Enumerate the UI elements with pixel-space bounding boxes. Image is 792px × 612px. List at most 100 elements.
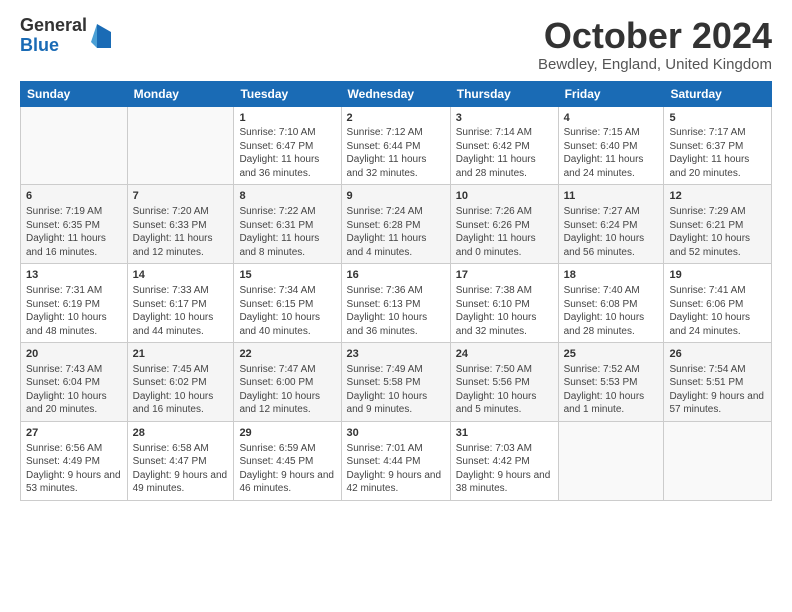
day-number: 31 bbox=[456, 426, 553, 441]
day-info: Sunrise: 7:47 AM Sunset: 6:00 PM Dayligh… bbox=[239, 363, 335, 417]
day-number: 6 bbox=[26, 189, 122, 204]
calendar-cell: 26Sunrise: 7:54 AM Sunset: 5:51 PM Dayli… bbox=[664, 343, 772, 422]
day-number: 7 bbox=[133, 189, 229, 204]
day-info: Sunrise: 7:03 AM Sunset: 4:42 PM Dayligh… bbox=[456, 442, 553, 496]
calendar-cell: 22Sunrise: 7:47 AM Sunset: 6:00 PM Dayli… bbox=[234, 343, 341, 422]
day-number: 2 bbox=[347, 111, 445, 126]
day-info: Sunrise: 7:19 AM Sunset: 6:35 PM Dayligh… bbox=[26, 205, 122, 259]
day-info: Sunrise: 7:29 AM Sunset: 6:21 PM Dayligh… bbox=[669, 205, 766, 259]
calendar-cell: 21Sunrise: 7:45 AM Sunset: 6:02 PM Dayli… bbox=[127, 343, 234, 422]
calendar-cell: 6Sunrise: 7:19 AM Sunset: 6:35 PM Daylig… bbox=[21, 185, 128, 264]
day-number: 20 bbox=[26, 347, 122, 362]
calendar-cell: 19Sunrise: 7:41 AM Sunset: 6:06 PM Dayli… bbox=[664, 264, 772, 343]
calendar-cell bbox=[664, 421, 772, 500]
day-info: Sunrise: 7:40 AM Sunset: 6:08 PM Dayligh… bbox=[564, 284, 659, 338]
day-number: 15 bbox=[239, 268, 335, 283]
col-thursday: Thursday bbox=[450, 81, 558, 106]
col-tuesday: Tuesday bbox=[234, 81, 341, 106]
calendar-cell bbox=[558, 421, 664, 500]
month-title: October 2024 bbox=[538, 16, 772, 56]
day-number: 12 bbox=[669, 189, 766, 204]
day-info: Sunrise: 7:01 AM Sunset: 4:44 PM Dayligh… bbox=[347, 442, 445, 496]
day-number: 21 bbox=[133, 347, 229, 362]
logo-general: General bbox=[20, 16, 87, 36]
col-friday: Friday bbox=[558, 81, 664, 106]
day-number: 24 bbox=[456, 347, 553, 362]
day-info: Sunrise: 7:34 AM Sunset: 6:15 PM Dayligh… bbox=[239, 284, 335, 338]
calendar-week-row: 1Sunrise: 7:10 AM Sunset: 6:47 PM Daylig… bbox=[21, 106, 772, 185]
col-saturday: Saturday bbox=[664, 81, 772, 106]
day-number: 19 bbox=[669, 268, 766, 283]
day-info: Sunrise: 6:59 AM Sunset: 4:45 PM Dayligh… bbox=[239, 442, 335, 496]
calendar-cell: 27Sunrise: 6:56 AM Sunset: 4:49 PM Dayli… bbox=[21, 421, 128, 500]
col-wednesday: Wednesday bbox=[341, 81, 450, 106]
day-info: Sunrise: 7:45 AM Sunset: 6:02 PM Dayligh… bbox=[133, 363, 229, 417]
day-info: Sunrise: 7:31 AM Sunset: 6:19 PM Dayligh… bbox=[26, 284, 122, 338]
calendar-cell: 18Sunrise: 7:40 AM Sunset: 6:08 PM Dayli… bbox=[558, 264, 664, 343]
title-section: October 2024 Bewdley, England, United Ki… bbox=[538, 16, 772, 73]
calendar-cell: 3Sunrise: 7:14 AM Sunset: 6:42 PM Daylig… bbox=[450, 106, 558, 185]
calendar-header-row: Sunday Monday Tuesday Wednesday Thursday… bbox=[21, 81, 772, 106]
calendar-cell: 17Sunrise: 7:38 AM Sunset: 6:10 PM Dayli… bbox=[450, 264, 558, 343]
day-info: Sunrise: 6:58 AM Sunset: 4:47 PM Dayligh… bbox=[133, 442, 229, 496]
day-info: Sunrise: 7:49 AM Sunset: 5:58 PM Dayligh… bbox=[347, 363, 445, 417]
day-number: 5 bbox=[669, 111, 766, 126]
logo-text: General Blue bbox=[20, 16, 87, 56]
logo-icon bbox=[89, 20, 113, 52]
calendar-cell: 13Sunrise: 7:31 AM Sunset: 6:19 PM Dayli… bbox=[21, 264, 128, 343]
day-info: Sunrise: 7:15 AM Sunset: 6:40 PM Dayligh… bbox=[564, 126, 659, 180]
day-number: 10 bbox=[456, 189, 553, 204]
day-info: Sunrise: 7:10 AM Sunset: 6:47 PM Dayligh… bbox=[239, 126, 335, 180]
calendar-cell: 4Sunrise: 7:15 AM Sunset: 6:40 PM Daylig… bbox=[558, 106, 664, 185]
calendar-week-row: 20Sunrise: 7:43 AM Sunset: 6:04 PM Dayli… bbox=[21, 343, 772, 422]
header: General Blue October 2024 Bewdley, Engla… bbox=[20, 16, 772, 73]
calendar-cell: 7Sunrise: 7:20 AM Sunset: 6:33 PM Daylig… bbox=[127, 185, 234, 264]
day-number: 29 bbox=[239, 426, 335, 441]
day-number: 27 bbox=[26, 426, 122, 441]
day-info: Sunrise: 7:26 AM Sunset: 6:26 PM Dayligh… bbox=[456, 205, 553, 259]
calendar-week-row: 6Sunrise: 7:19 AM Sunset: 6:35 PM Daylig… bbox=[21, 185, 772, 264]
calendar-cell: 31Sunrise: 7:03 AM Sunset: 4:42 PM Dayli… bbox=[450, 421, 558, 500]
calendar-cell: 15Sunrise: 7:34 AM Sunset: 6:15 PM Dayli… bbox=[234, 264, 341, 343]
day-info: Sunrise: 6:56 AM Sunset: 4:49 PM Dayligh… bbox=[26, 442, 122, 496]
calendar-cell: 14Sunrise: 7:33 AM Sunset: 6:17 PM Dayli… bbox=[127, 264, 234, 343]
calendar-cell: 23Sunrise: 7:49 AM Sunset: 5:58 PM Dayli… bbox=[341, 343, 450, 422]
calendar-cell: 8Sunrise: 7:22 AM Sunset: 6:31 PM Daylig… bbox=[234, 185, 341, 264]
calendar-cell: 29Sunrise: 6:59 AM Sunset: 4:45 PM Dayli… bbox=[234, 421, 341, 500]
day-number: 16 bbox=[347, 268, 445, 283]
day-number: 26 bbox=[669, 347, 766, 362]
logo-blue: Blue bbox=[20, 36, 87, 56]
day-number: 1 bbox=[239, 111, 335, 126]
calendar-cell: 24Sunrise: 7:50 AM Sunset: 5:56 PM Dayli… bbox=[450, 343, 558, 422]
calendar-body: 1Sunrise: 7:10 AM Sunset: 6:47 PM Daylig… bbox=[21, 106, 772, 500]
calendar-cell: 5Sunrise: 7:17 AM Sunset: 6:37 PM Daylig… bbox=[664, 106, 772, 185]
day-number: 22 bbox=[239, 347, 335, 362]
day-info: Sunrise: 7:33 AM Sunset: 6:17 PM Dayligh… bbox=[133, 284, 229, 338]
day-info: Sunrise: 7:22 AM Sunset: 6:31 PM Dayligh… bbox=[239, 205, 335, 259]
day-info: Sunrise: 7:54 AM Sunset: 5:51 PM Dayligh… bbox=[669, 363, 766, 417]
day-number: 18 bbox=[564, 268, 659, 283]
logo: General Blue bbox=[20, 16, 113, 56]
calendar-cell: 1Sunrise: 7:10 AM Sunset: 6:47 PM Daylig… bbox=[234, 106, 341, 185]
day-number: 30 bbox=[347, 426, 445, 441]
day-info: Sunrise: 7:52 AM Sunset: 5:53 PM Dayligh… bbox=[564, 363, 659, 417]
calendar-cell: 9Sunrise: 7:24 AM Sunset: 6:28 PM Daylig… bbox=[341, 185, 450, 264]
day-info: Sunrise: 7:27 AM Sunset: 6:24 PM Dayligh… bbox=[564, 205, 659, 259]
day-number: 17 bbox=[456, 268, 553, 283]
calendar-week-row: 27Sunrise: 6:56 AM Sunset: 4:49 PM Dayli… bbox=[21, 421, 772, 500]
calendar-cell: 12Sunrise: 7:29 AM Sunset: 6:21 PM Dayli… bbox=[664, 185, 772, 264]
day-number: 9 bbox=[347, 189, 445, 204]
day-number: 8 bbox=[239, 189, 335, 204]
day-info: Sunrise: 7:38 AM Sunset: 6:10 PM Dayligh… bbox=[456, 284, 553, 338]
col-sunday: Sunday bbox=[21, 81, 128, 106]
calendar-cell: 16Sunrise: 7:36 AM Sunset: 6:13 PM Dayli… bbox=[341, 264, 450, 343]
day-info: Sunrise: 7:41 AM Sunset: 6:06 PM Dayligh… bbox=[669, 284, 766, 338]
col-monday: Monday bbox=[127, 81, 234, 106]
day-number: 28 bbox=[133, 426, 229, 441]
calendar-cell: 2Sunrise: 7:12 AM Sunset: 6:44 PM Daylig… bbox=[341, 106, 450, 185]
day-number: 4 bbox=[564, 111, 659, 126]
calendar-cell: 30Sunrise: 7:01 AM Sunset: 4:44 PM Dayli… bbox=[341, 421, 450, 500]
calendar-cell bbox=[21, 106, 128, 185]
calendar-cell: 11Sunrise: 7:27 AM Sunset: 6:24 PM Dayli… bbox=[558, 185, 664, 264]
calendar-cell bbox=[127, 106, 234, 185]
